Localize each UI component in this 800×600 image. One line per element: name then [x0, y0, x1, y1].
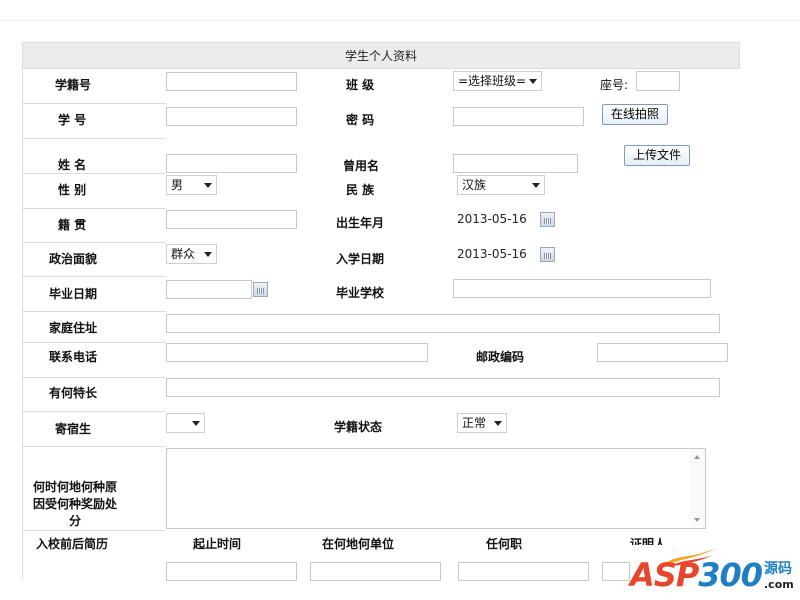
- label-biyeriqi: 毕业日期: [49, 287, 98, 301]
- chevron-down-icon: [494, 421, 502, 426]
- label-zuohao: 座号:: [600, 78, 629, 92]
- graduation-school-input[interactable]: [453, 279, 711, 298]
- boarder-select[interactable]: [166, 413, 205, 433]
- label-xuejihao: 学籍号: [55, 78, 92, 92]
- label-jisusheng: 寄宿生: [55, 422, 92, 436]
- label-biyexuexiao: 毕业学校: [336, 286, 385, 300]
- political-status-select-value: 群众: [171, 247, 196, 261]
- row-divider: [22, 311, 166, 312]
- banji-select[interactable]: =选择班级=: [453, 71, 542, 91]
- label-minzu: 民 族: [346, 183, 375, 197]
- former-name-input[interactable]: [453, 154, 578, 173]
- birth-date-input[interactable]: 2013-05-16: [453, 210, 538, 229]
- scroll-up-icon[interactable]: [694, 455, 700, 459]
- calendar-icon[interactable]: [253, 282, 268, 297]
- label-jiatingzhuzhi: 家庭住址: [49, 321, 98, 335]
- upload-file-button[interactable]: 上传文件: [624, 145, 690, 166]
- calendar-icon[interactable]: [540, 247, 555, 262]
- label-ruxiaojianli: 入校前后简历: [36, 537, 109, 551]
- gender-select-value: 男: [171, 178, 184, 192]
- label-chushengnianyue: 出生年月: [336, 216, 385, 230]
- label-jiangli-line1: 何时何地何种原: [32, 480, 117, 494]
- gender-select[interactable]: 男: [166, 175, 217, 195]
- chevron-down-icon: [532, 183, 540, 188]
- label-xingbie: 性 别: [58, 183, 87, 197]
- scrollbar[interactable]: [690, 449, 705, 528]
- label-zhengzhimianmao: 政治面貌: [49, 252, 98, 266]
- row-divider: [22, 208, 166, 209]
- password-input[interactable]: [453, 107, 584, 126]
- watermark-asp: ASP: [630, 556, 699, 594]
- label-jiangli-line3: 分: [68, 514, 81, 528]
- political-status-select[interactable]: 群众: [166, 244, 217, 264]
- row-divider: [22, 530, 166, 531]
- banji-select-value: =选择班级=: [458, 74, 527, 88]
- calendar-icon[interactable]: [540, 212, 555, 227]
- row-divider: [22, 342, 166, 343]
- row-divider: [22, 103, 166, 104]
- col-renhezhi: 任何职: [486, 537, 523, 551]
- row-divider: [22, 411, 166, 412]
- col-zhengmingren: 证明人: [630, 537, 667, 545]
- chevron-down-icon: [204, 252, 212, 257]
- label-jiguan: 籍 贯: [58, 218, 87, 232]
- xuejihao-input[interactable]: [166, 72, 297, 91]
- chevron-down-icon: [192, 421, 200, 426]
- specialty-input[interactable]: [166, 378, 720, 397]
- form-title: 学生个人资料: [22, 42, 740, 69]
- home-address-input[interactable]: [166, 314, 720, 333]
- resume-position-input[interactable]: [458, 562, 589, 581]
- label-cengyongming: 曾用名: [343, 159, 380, 173]
- label-xuehao: 学 号: [58, 113, 87, 127]
- label-mima: 密 码: [346, 113, 375, 127]
- row-divider: [22, 377, 166, 378]
- row-divider: [22, 138, 166, 139]
- enrollment-date-input[interactable]: 2013-05-16: [453, 245, 538, 264]
- watermark-cn: 源码: [764, 561, 792, 577]
- col-zaihedanwei: 在何地何单位: [322, 537, 395, 551]
- row-divider: [22, 242, 166, 243]
- row-divider: [22, 276, 166, 277]
- status-select[interactable]: 正常: [457, 413, 507, 433]
- name-input[interactable]: [166, 154, 297, 173]
- postcode-input[interactable]: [597, 343, 728, 362]
- chevron-down-icon: [529, 79, 537, 84]
- xuehao-input[interactable]: [166, 107, 297, 126]
- ethnicity-select-value: 汉族: [462, 178, 487, 192]
- label-youzhengbianma: 邮政编码: [476, 350, 525, 364]
- online-photo-button[interactable]: 在线拍照: [602, 104, 668, 125]
- rewards-textarea[interactable]: [166, 448, 706, 529]
- label-youhetechang: 有何特长: [49, 386, 98, 400]
- status-select-value: 正常: [462, 416, 487, 430]
- label-ruxueriqi: 入学日期: [336, 252, 385, 266]
- native-place-input[interactable]: [166, 210, 297, 229]
- row-divider: [22, 173, 166, 174]
- row-divider: [22, 446, 166, 447]
- label-lianxidianhua: 联系电话: [49, 350, 98, 364]
- top-bar: [0, 0, 800, 21]
- chevron-down-icon: [204, 183, 212, 188]
- label-xingming: 姓 名: [58, 158, 87, 172]
- label-jiangli: 何时何地何种原 因受何种奖励处 分: [22, 479, 128, 530]
- ethnicity-select[interactable]: 汉族: [457, 175, 545, 195]
- resume-witness-input[interactable]: [602, 562, 630, 581]
- watermark-com: .com: [764, 578, 794, 591]
- phone-input[interactable]: [166, 343, 428, 362]
- zuohao-input[interactable]: [636, 71, 680, 91]
- resume-unit-input[interactable]: [310, 562, 441, 581]
- label-banji: 班 级: [346, 78, 375, 92]
- watermark-num: 300: [698, 556, 763, 594]
- label-jiangli-line2: 因受何种奖励处: [32, 497, 117, 511]
- col-qizhishijian: 起止时间: [193, 537, 242, 551]
- watermark-text: ASP300: [630, 556, 763, 594]
- graduation-date-input[interactable]: [166, 280, 252, 299]
- label-xuejizhuangtai: 学籍状态: [334, 420, 383, 434]
- asp300-watermark-logo: ASP300 源码 .com: [628, 546, 798, 600]
- scroll-down-icon[interactable]: [694, 518, 700, 522]
- resume-period-input[interactable]: [166, 562, 297, 581]
